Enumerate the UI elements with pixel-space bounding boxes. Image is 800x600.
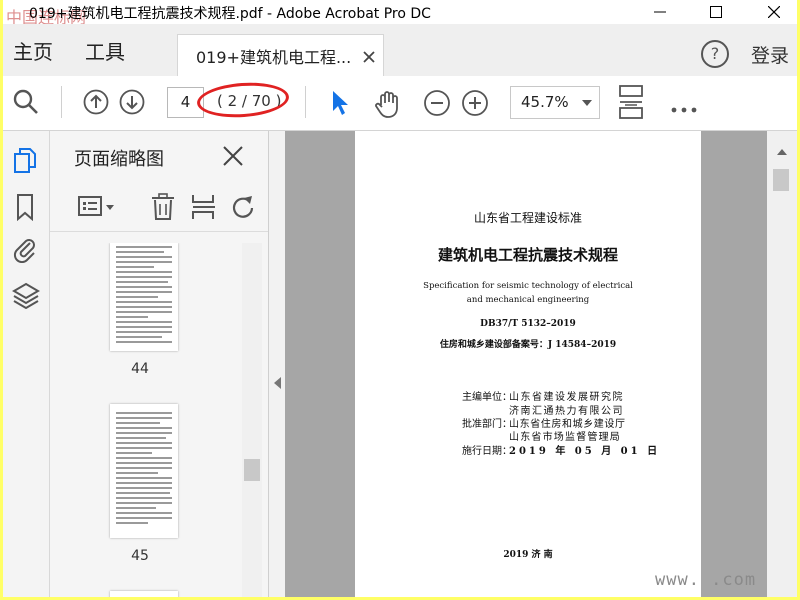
editor-1: 山东省建设发展研究院 <box>509 392 624 403</box>
date-label: 施行日期： <box>462 446 512 457</box>
page-thumbnail[interactable] <box>110 404 178 538</box>
approver-label: 批准部门： <box>462 419 512 430</box>
maximize-icon[interactable] <box>693 0 739 24</box>
page-thumbnail-number: 44 <box>131 361 149 377</box>
document-tab-label: 019+建筑机电工程... <box>196 48 352 67</box>
close-icon[interactable] <box>751 0 797 24</box>
minimize-icon[interactable] <box>637 0 683 24</box>
window-title: 019+建筑机电工程抗震技术规程.pdf - Adobe Acrobat Pro… <box>29 6 431 22</box>
panel-collapse-bar[interactable] <box>269 131 285 597</box>
toolbar: 4 ( 2 / 70 ) 45.7% <box>3 76 797 131</box>
chevron-down-icon <box>582 100 592 106</box>
page-thumbnail[interactable] <box>110 243 178 351</box>
rotate-icon[interactable] <box>230 195 256 225</box>
title-bar: 中国连标网 019+建筑机电工程抗震技术规程.pdf - Adobe Acrob… <box>3 0 797 27</box>
standard-code: DB37/T 5132–2019 <box>480 319 576 329</box>
more-icon[interactable] <box>671 98 697 117</box>
panel-title: 页面缩略图 <box>74 149 164 170</box>
next-page-icon[interactable] <box>119 89 145 119</box>
delete-icon[interactable] <box>150 193 176 225</box>
thumbnail-list: 44 45 <box>50 243 240 597</box>
acrobat-window: 中国连标网 019+建筑机电工程抗震技术规程.pdf - Adobe Acrob… <box>3 0 797 597</box>
fit-page-icon[interactable] <box>617 84 645 124</box>
record-number: 住房和城乡建设部备案号：J 14584–2019 <box>439 340 617 350</box>
zoom-select[interactable]: 45.7% <box>510 86 600 119</box>
thumbnail-options-icon[interactable] <box>78 195 118 223</box>
page-thumbnails-icon[interactable] <box>12 147 38 179</box>
scroll-up-icon[interactable] <box>777 149 787 155</box>
login-link[interactable]: 登录 <box>751 41 789 68</box>
panel-toolbar <box>50 181 268 232</box>
document-area: 山东省工程建设标准 建筑机电工程抗震技术规程 Specification for… <box>269 131 797 597</box>
effective-date: 2019 年 05 月 01 日 <box>509 446 661 457</box>
tools-menu[interactable]: 工具 <box>85 36 125 65</box>
watermark-bottom: www. .com <box>655 570 757 590</box>
scrollbar-thumb[interactable] <box>244 459 260 481</box>
attachment-icon[interactable] <box>12 235 38 267</box>
pdf-page: 山东省工程建设标准 建筑机电工程抗震技术规程 Specification for… <box>355 131 701 597</box>
zoom-in-icon[interactable] <box>461 89 489 121</box>
approver-2: 山东省市场监督管理局 <box>509 432 621 443</box>
document-scrollbar[interactable] <box>767 131 797 597</box>
prev-page-icon[interactable] <box>83 89 109 119</box>
toolbar-separator <box>61 86 62 118</box>
english-title-1: Specification for seismic technology of … <box>423 281 633 291</box>
page-thumbnail[interactable] <box>110 591 178 597</box>
main-title: 建筑机电工程抗震技术规程 <box>437 246 618 264</box>
toolbar-separator <box>305 86 306 118</box>
editor-label: 主编单位： <box>462 392 512 403</box>
page-thumbnail-number: 45 <box>131 548 149 564</box>
page-footer: 2019 济 南 <box>503 550 553 560</box>
menu-tab-row: 主页 工具 019+建筑机电工程... ? 登录 <box>3 24 797 77</box>
org-title: 山东省工程建设标准 <box>473 211 582 225</box>
select-arrow-icon[interactable] <box>329 89 351 121</box>
document-tab[interactable]: 019+建筑机电工程... <box>177 34 384 77</box>
zoom-value: 45.7% <box>521 93 569 111</box>
layers-icon[interactable] <box>12 281 40 313</box>
bookmark-icon[interactable] <box>12 193 38 225</box>
insert-page-icon[interactable] <box>190 193 218 225</box>
help-icon[interactable]: ? <box>701 40 729 68</box>
english-title-2: and mechanical engineering <box>466 295 590 305</box>
hand-icon[interactable] <box>373 89 403 123</box>
thumbnail-scrollbar[interactable] <box>242 243 262 597</box>
zoom-out-icon[interactable] <box>423 89 451 121</box>
collapse-arrow-icon[interactable] <box>274 377 281 389</box>
thumbnails-panel: 页面缩略图 44 45 <box>50 131 269 597</box>
search-icon[interactable] <box>13 89 39 119</box>
home-menu[interactable]: 主页 <box>13 36 53 65</box>
highlight-oval <box>195 79 291 121</box>
tab-close-icon[interactable] <box>363 48 375 67</box>
left-rail <box>3 131 50 597</box>
scrollbar-thumb[interactable] <box>773 169 789 191</box>
panel-close-icon[interactable] <box>222 145 244 171</box>
